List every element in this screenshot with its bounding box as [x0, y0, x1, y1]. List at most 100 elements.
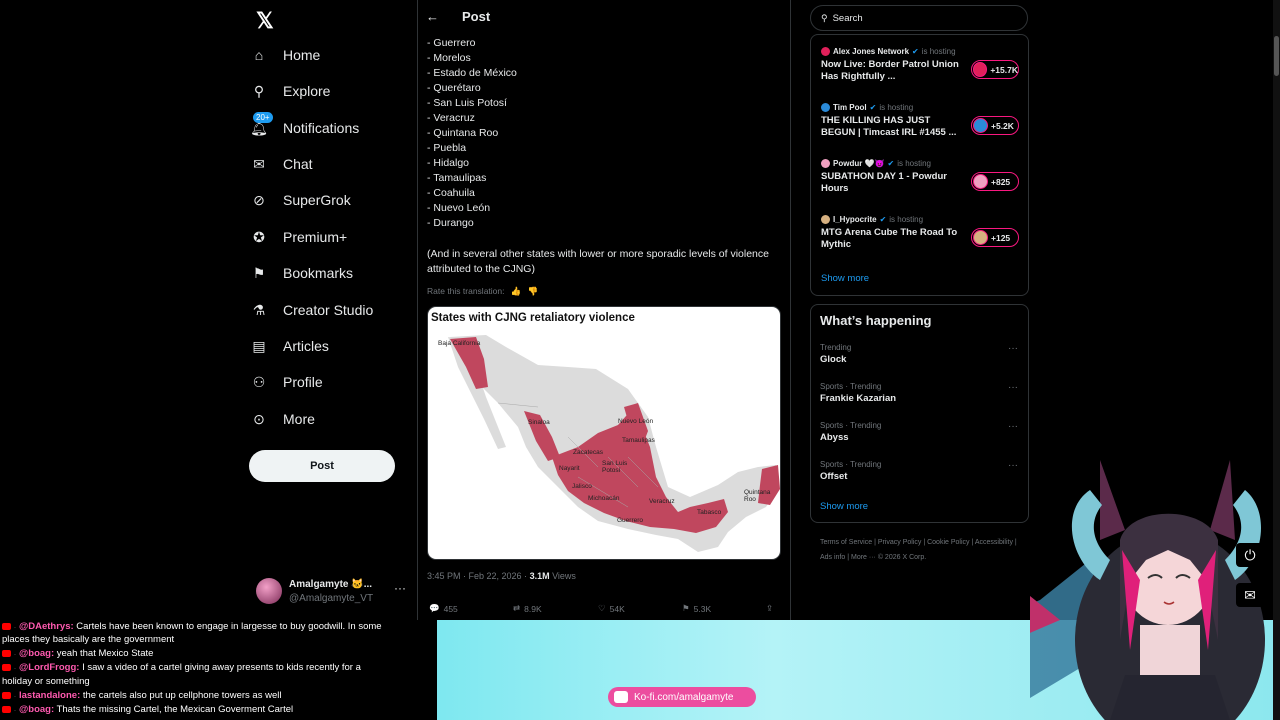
chat-time: · — [14, 652, 16, 658]
map-label: Nuevo León — [618, 418, 654, 425]
state-item: - Morelos — [427, 52, 471, 64]
live-listener-pill[interactable]: +825 — [971, 172, 1019, 191]
live-title: MTG Arena Cube The Road To Mythic — [821, 227, 958, 250]
avatar — [256, 578, 282, 604]
post-button[interactable]: Post — [249, 450, 395, 482]
thumbs-up-icon[interactable]: 👍 — [511, 286, 522, 296]
nav-item-home[interactable]: ⌂ Home — [248, 41, 321, 69]
right-sidebar: ⚲ Alex Jones Network✔is hostingNow Live:… — [810, 0, 1030, 580]
nav-item-notifications[interactable]: 🔔︎ 20+ Notifications — [248, 112, 359, 142]
chat-text: Cartels have been known to engage in lar… — [73, 621, 382, 632]
post-text: (And in several other states with lower … — [427, 248, 769, 275]
whats-happening-title: What’s happening — [820, 313, 932, 328]
trend-item[interactable]: Sports · Trending Frankie Kazarian ··· — [820, 382, 1020, 412]
nav-item-premium[interactable]: ✪ Premium+ — [248, 223, 347, 251]
nav-item-supergrok[interactable]: ⊘ SuperGrok — [248, 186, 351, 214]
back-arrow-icon[interactable]: ← — [426, 9, 439, 24]
nav-item-profile[interactable]: ⚇ Profile — [248, 368, 323, 396]
chat-text: I saw a video of a cartel giving away pr… — [79, 662, 361, 673]
trend-item[interactable]: Sports · Trending Offset ··· — [820, 460, 1020, 490]
bookmark-button[interactable]: ⚑ 5.3K — [682, 603, 711, 614]
live-space-item[interactable]: Tim Pool ✔ is hosting THE KILLING HAS JUST … — [821, 103, 1021, 148]
person-icon: ⚇ — [252, 373, 266, 390]
map-label: Zacatecas — [573, 449, 603, 456]
show-more-link[interactable]: Show more — [820, 501, 868, 512]
nav-item-more[interactable]: ⊙ More — [248, 405, 315, 433]
host-name: Powdur 🤍😈 — [833, 159, 885, 168]
nav-item-bookmarks[interactable]: ⚑ Bookmarks — [248, 259, 353, 287]
chat-message: · @LordFrogg: I saw a video of a cartel g… — [2, 662, 361, 673]
verified-icon: ✔ — [887, 159, 895, 168]
rate-translation: Rate this translation: 👍 👎 — [427, 286, 538, 297]
search-bar[interactable]: ⚲ — [810, 5, 1028, 31]
trend-item[interactable]: Sports · Trending Abyss ··· — [820, 421, 1020, 451]
home-icon: ⌂ — [254, 47, 264, 63]
trend-name: Offset — [820, 471, 848, 482]
kofi-banner: Ko-fi.com/amalgamyte — [608, 687, 756, 707]
live-listener-pill[interactable]: +15.7K — [971, 60, 1019, 79]
account-switcher[interactable]: Amalgamyte 🐱... @Amalgamyte_VT ··· — [256, 578, 416, 608]
youtube-icon — [2, 691, 11, 699]
scrollbar[interactable] — [1273, 0, 1280, 720]
map-label: Sinaloa — [528, 419, 550, 426]
nav-item-label: Chat — [283, 156, 313, 172]
nav-item-explore[interactable]: ⚲ Explore — [248, 77, 331, 105]
listener-avatar — [973, 118, 988, 133]
toggle-icon[interactable]: ⏻ — [1236, 543, 1264, 567]
trend-item[interactable]: Trending Glock ··· — [820, 343, 1020, 373]
share-icon[interactable]: ⇪ — [766, 603, 773, 614]
live-host: Powdur 🤍😈 ✔ is hosting — [821, 159, 931, 168]
bell-icon: 🔔︎ 20+ — [248, 112, 273, 139]
live-space-item[interactable]: Powdur 🤍😈 ✔ is hosting SUBATHON DAY 1 - Pow… — [821, 159, 1021, 204]
bookmark-count: 5.3K — [693, 603, 712, 614]
more-dots-icon[interactable]: ··· — [1008, 421, 1018, 432]
mail-icon[interactable]: ✉ — [1236, 583, 1264, 607]
repost-icon: ⇄ — [513, 603, 521, 613]
repost-count: 8.9K — [524, 603, 542, 614]
nav-item-creator-studio[interactable]: ⚗ Creator Studio — [248, 296, 374, 324]
live-host: Alex Jones Network ✔ is hosting — [821, 47, 956, 56]
live-listener-pill[interactable]: +125 — [971, 228, 1019, 247]
reply-button[interactable]: 💬 455 — [429, 603, 458, 614]
chat-text: yeah that Mexico State — [54, 648, 154, 659]
footer-links[interactable]: Terms of Service | Privacy Policy | Cook… — [820, 535, 1020, 565]
map-image[interactable]: States with CJNG retaliatory violence Ba… — [427, 306, 781, 560]
host-status: is hosting — [889, 215, 924, 224]
reply-icon: 💬 — [429, 603, 440, 613]
view-count: 3.1M — [529, 571, 550, 581]
flask-icon: ⚗ — [252, 301, 266, 318]
search-input[interactable] — [832, 12, 1013, 24]
live-space-item[interactable]: Alex Jones Network ✔ is hosting Now Live: B… — [821, 47, 1021, 92]
nav-item-label: Explore — [283, 83, 331, 99]
like-button[interactable]: ♡ 54K — [598, 603, 625, 614]
nav-item-label: Premium+ — [283, 229, 348, 245]
listener-avatar — [973, 62, 988, 77]
nav-item-chat[interactable]: ✉ Chat — [248, 150, 313, 178]
scrollbar-thumb[interactable] — [1274, 36, 1279, 76]
repost-button[interactable]: ⇄ 8.9K — [513, 603, 542, 614]
nav-item-articles[interactable]: ▤ Articles — [248, 332, 329, 360]
live-listener-pill[interactable]: +5.2K — [971, 116, 1019, 135]
rate-label: Rate this translation: — [427, 286, 505, 296]
trend-name: Glock — [820, 354, 847, 365]
map-label: Tabasco — [697, 509, 722, 516]
thumbs-down-icon[interactable]: 👎 — [528, 286, 539, 296]
chat-text: places they basically are the government — [2, 634, 175, 645]
notification-badge: 20+ — [253, 112, 273, 123]
state-item: - Nuevo León — [427, 202, 491, 214]
post-header: ← Post — [418, 0, 790, 34]
trend-category: Sports · Trending — [820, 421, 882, 430]
live-space-item[interactable]: I_Hypocrite ✔ is hosting MTG Arena Cube The… — [821, 215, 1021, 260]
show-more-link[interactable]: Show more — [821, 273, 869, 284]
post-time[interactable]: 3:45 PM · Feb 22, 2026 · — [427, 571, 530, 581]
more-dots-icon[interactable]: ··· — [1008, 460, 1018, 471]
chat-message: · @boag: yeah that Mexico State — [2, 648, 153, 659]
page-title: Post — [462, 9, 491, 24]
more-dots-icon[interactable]: ··· — [394, 581, 406, 595]
map-label: Tamaulipas — [622, 437, 655, 444]
more-dots-icon[interactable]: ··· — [1008, 343, 1018, 354]
chat-message: places they basically are the government — [2, 634, 174, 645]
x-logo-icon[interactable]: 𝕏 — [256, 8, 274, 34]
youtube-icon — [2, 705, 11, 713]
more-dots-icon[interactable]: ··· — [1008, 382, 1018, 393]
